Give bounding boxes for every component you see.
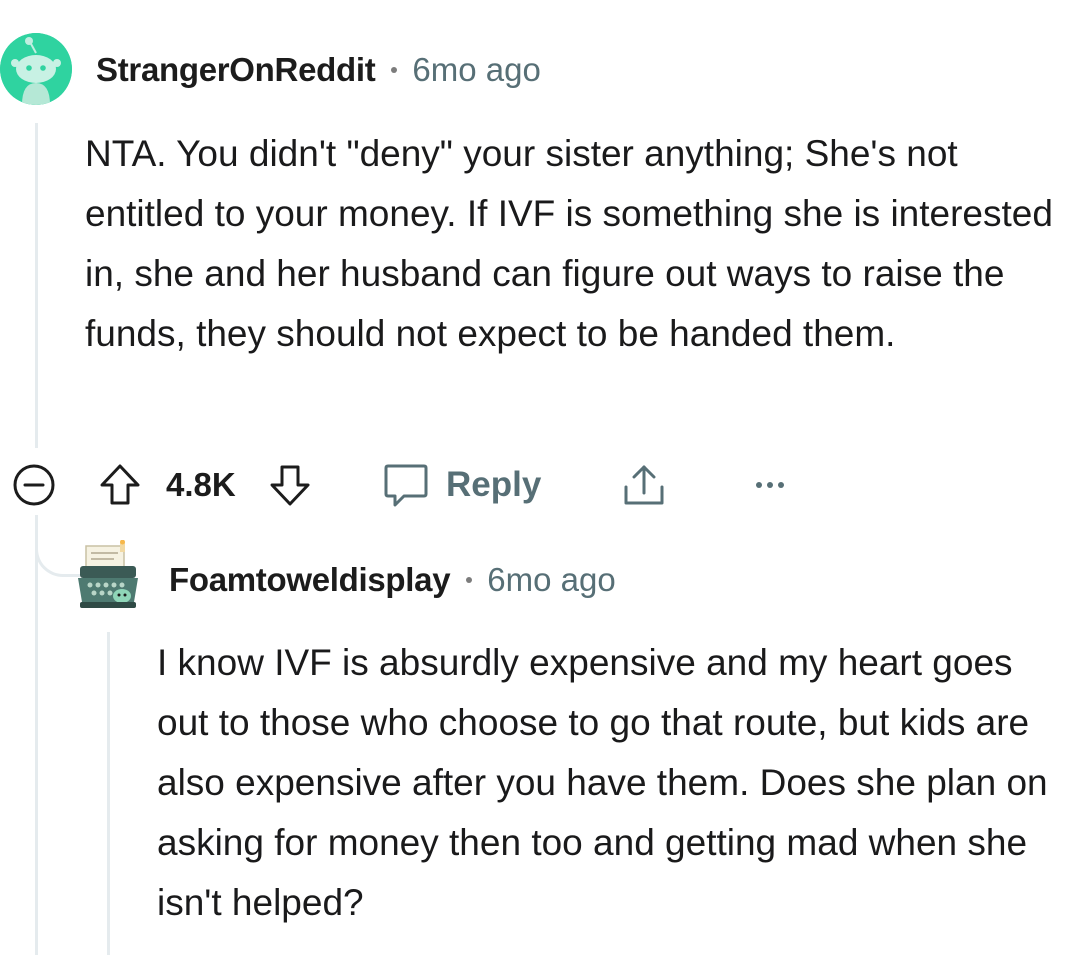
thread-branch-line (35, 515, 81, 577)
comment-body: I know IVF is absurdly expensive and my … (157, 642, 1048, 923)
thread-line[interactable] (35, 515, 38, 955)
vote-count-label: 4.8K (166, 466, 236, 503)
user-avatar[interactable] (76, 539, 140, 612)
share-button[interactable] (618, 455, 670, 515)
collapse-button[interactable] (10, 455, 58, 515)
upvote-arrow-icon (100, 464, 140, 505)
typewriter-avatar-icon (78, 539, 138, 608)
separator-dot (391, 67, 398, 73)
vote-count: 4.8K (166, 455, 236, 515)
collapse-minus-icon (13, 464, 55, 506)
comment-header: Foamtoweldisplay 6mo ago (169, 560, 616, 600)
more-options-button[interactable] (752, 455, 788, 515)
user-avatar[interactable] (0, 33, 72, 105)
reply-label: Reply (446, 465, 542, 504)
speech-bubble-icon (384, 464, 428, 507)
timestamp: 6mo ago (487, 561, 616, 598)
comment-action-bar: 4.8K Reply (0, 455, 1080, 515)
username[interactable]: Foamtoweldisplay (169, 561, 451, 599)
share-upload-icon (624, 465, 664, 505)
thread-line[interactable] (35, 123, 38, 448)
downvote-button[interactable] (266, 455, 314, 515)
upvote-button[interactable] (96, 455, 144, 515)
comment-thread: StrangerOnReddit 6mo ago NTA. You didn't… (0, 0, 1080, 955)
downvote-arrow-icon (270, 465, 310, 506)
comment-body: NTA. You didn't "deny" your sister anyth… (85, 133, 1053, 354)
more-dots-icon (756, 482, 784, 488)
separator-dot (466, 577, 473, 583)
reply-button[interactable]: Reply (380, 455, 541, 515)
comment-header: StrangerOnReddit 6mo ago (96, 50, 541, 90)
username[interactable]: StrangerOnReddit (96, 51, 376, 89)
timestamp: 6mo ago (412, 51, 541, 88)
thread-line[interactable] (107, 632, 110, 955)
snoo-avatar-icon (0, 33, 72, 105)
